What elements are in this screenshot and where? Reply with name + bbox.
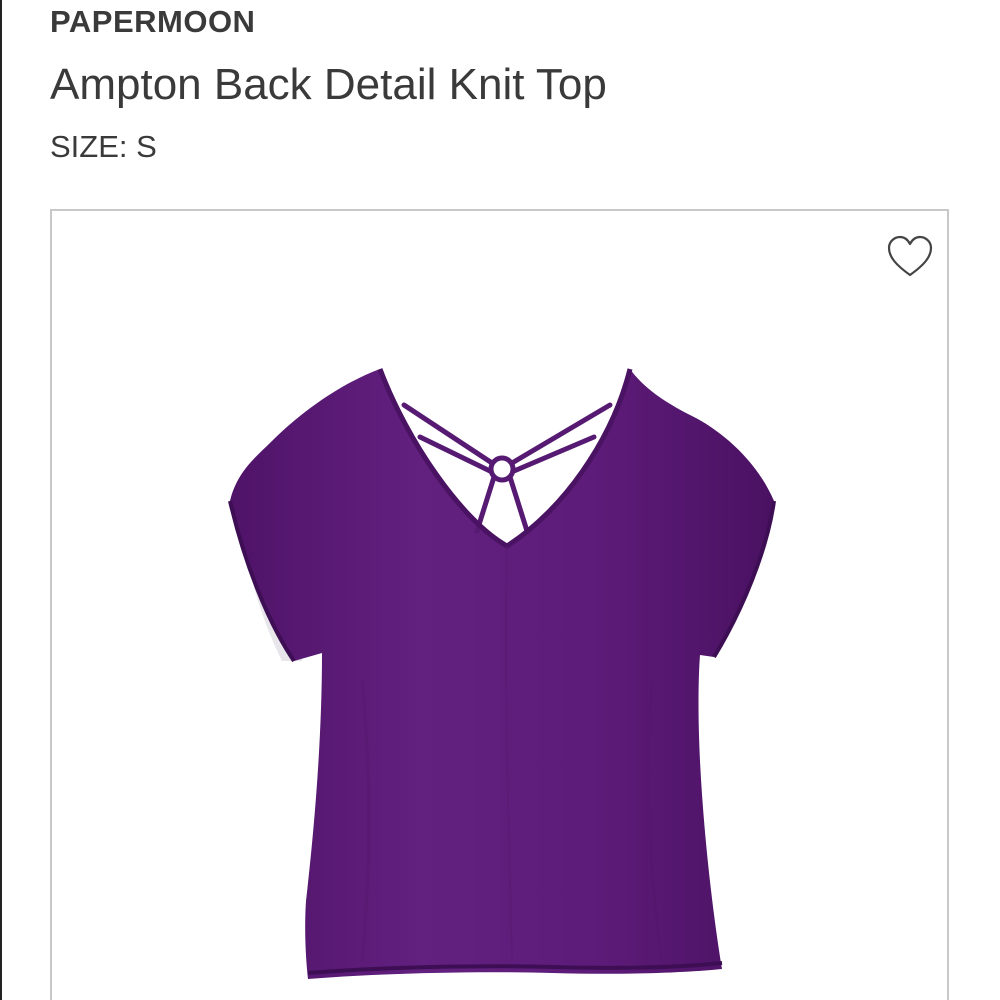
brand-name: PAPERMOON [50,4,256,39]
screen-edge-divider [0,0,2,1000]
heart-icon[interactable] [886,235,934,279]
product-image [228,368,776,979]
size-label: SIZE: S [50,129,157,164]
product-title: Ampton Back Detail Knit Top [50,60,607,109]
product-detail-page: PAPERMOON Ampton Back Detail Knit Top SI… [0,0,1000,1000]
product-image-card[interactable] [50,209,949,1000]
